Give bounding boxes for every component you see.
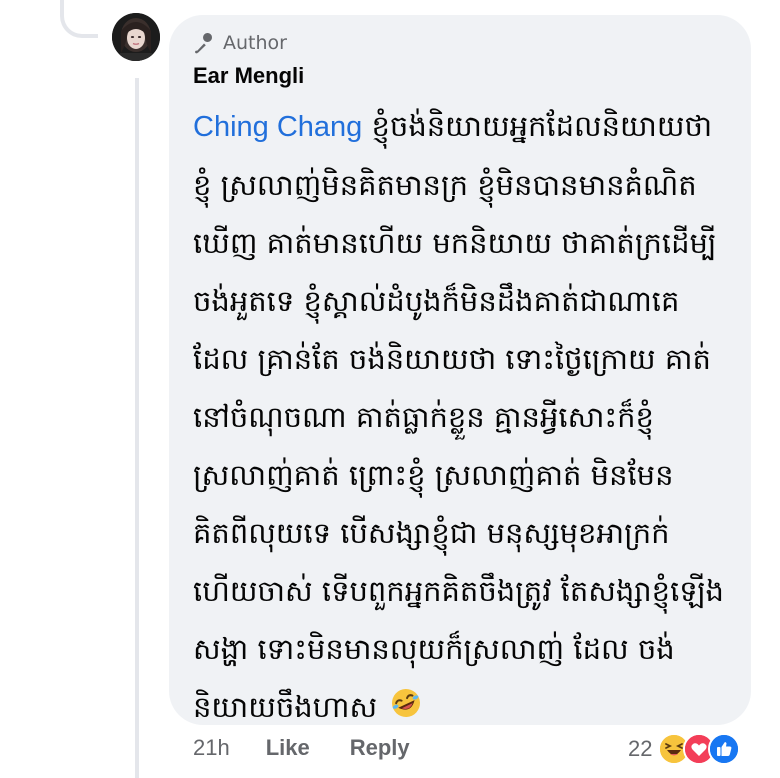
like-reaction-icon: [708, 733, 741, 765]
rolling-laughing-emoji-icon: [390, 680, 422, 738]
comment-actions: 21h Like Reply: [193, 735, 450, 761]
thread-connector-curve: [60, 0, 98, 38]
avatar[interactable]: [112, 13, 160, 61]
reactions-summary[interactable]: 22: [628, 733, 741, 765]
timestamp[interactable]: 21h: [193, 735, 230, 761]
author-badge: Author: [193, 29, 727, 57]
reply-button[interactable]: Reply: [350, 735, 410, 761]
avatar-image: [112, 13, 160, 61]
like-button[interactable]: Like: [266, 735, 310, 761]
reaction-icons: [658, 733, 741, 765]
comment-bubble: Author Ear Mengli Ching Chang ខ្ញុំចង់និ…: [169, 15, 751, 725]
comment-text: Ching Chang ខ្ញុំចង់និយាយអ្នកដែលនិយាយថាខ…: [193, 97, 727, 738]
mention-link[interactable]: Ching Chang: [193, 111, 362, 143]
author-badge-label: Author: [223, 32, 287, 54]
thread-connector-line: [135, 78, 139, 778]
reaction-count: 22: [628, 736, 653, 761]
microphone-icon: [193, 31, 217, 55]
comment-body: ខ្ញុំចង់និយាយអ្នកដែលនិយាយថាខ្ញុំ ស្រលាញ់…: [193, 109, 724, 724]
author-name[interactable]: Ear Mengli: [193, 63, 727, 89]
